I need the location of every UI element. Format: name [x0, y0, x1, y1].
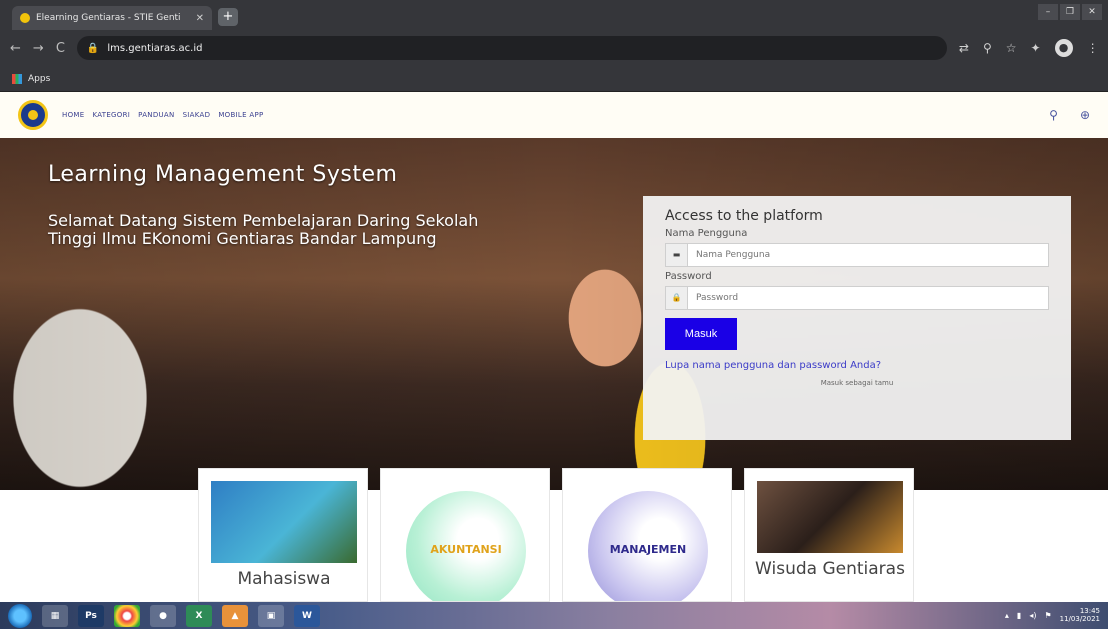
- site-menu: HOME KATEGORI PANDUAN SIAKAD MOBILE APP: [62, 111, 264, 119]
- bookmarks-bar: Apps: [0, 66, 1108, 92]
- profile-icon[interactable]: ●: [1054, 39, 1073, 57]
- photoshop-icon[interactable]: Ps: [78, 604, 104, 627]
- card-circle: AKUNTANSI: [406, 491, 526, 601]
- translate-icon[interactable]: ⇄: [959, 41, 969, 55]
- password-input[interactable]: [688, 287, 1048, 309]
- window-controls: – ❐ ✕: [1038, 4, 1102, 20]
- browser-tab[interactable]: Elearning Gentiaras - STIE Genti ✕: [12, 6, 212, 30]
- url-text: lms.gentiaras.ac.id: [107, 42, 203, 54]
- clock[interactable]: 13:45 11/03/2021: [1059, 607, 1100, 623]
- minimize-icon[interactable]: –: [1038, 4, 1058, 20]
- forgot-password-link[interactable]: Lupa nama pengguna dan password Anda?: [665, 360, 1049, 371]
- network-icon[interactable]: ▮: [1017, 611, 1021, 620]
- maximize-icon[interactable]: ❐: [1060, 4, 1080, 20]
- tab-title: Elearning Gentiaras - STIE Genti: [36, 13, 181, 23]
- site-header: HOME KATEGORI PANDUAN SIAKAD MOBILE APP …: [0, 92, 1108, 138]
- os-taskbar: ▦ Ps ● X ▲ ▣ W ▴ ▮ ◂) ⚑ 13:45 11/03/2021: [0, 602, 1108, 629]
- username-field-wrap: ▬: [665, 243, 1049, 267]
- system-tray: ▴ ▮ ◂) ⚑ 13:45 11/03/2021: [1005, 607, 1100, 623]
- login-heading: Access to the platform: [665, 208, 823, 224]
- card-circle-label: MANAJEMEN: [609, 543, 687, 556]
- favicon-icon: [20, 13, 30, 23]
- excel-icon[interactable]: X: [186, 604, 212, 627]
- user-card-icon: ▬: [666, 244, 688, 266]
- toolbar-icons: ⇄ ⚲ ☆ ✦ ● ⋮: [959, 39, 1099, 57]
- browser-toolbar: ← → C 🔒 lms.gentiaras.ac.id ⇄ ⚲ ☆ ✦ ● ⋮: [0, 30, 1108, 66]
- menu-item-siakad[interactable]: SIAKAD: [183, 111, 211, 119]
- language-icon[interactable]: ⊕: [1080, 108, 1090, 122]
- chrome-icon[interactable]: [114, 604, 140, 627]
- card-image: [757, 481, 903, 553]
- feature-cards: Mahasiswa AKUNTANSI MANAJEMEN Wisuda Gen…: [198, 468, 914, 602]
- clock-date: 11/03/2021: [1059, 614, 1100, 623]
- star-icon[interactable]: ☆: [1006, 41, 1017, 55]
- new-tab-button[interactable]: +: [218, 8, 238, 26]
- search-icon[interactable]: ⚲: [1049, 108, 1058, 122]
- app-icon[interactable]: ●: [150, 604, 176, 627]
- hero-title: Learning Management System: [48, 162, 398, 187]
- password-field-wrap: 🔒: [665, 286, 1049, 310]
- screen: Elearning Gentiaras - STIE Genti ✕ + – ❐…: [0, 0, 1108, 629]
- menu-item-panduan[interactable]: PANDUAN: [138, 111, 174, 119]
- card-manajemen[interactable]: MANAJEMEN: [562, 468, 732, 602]
- login-button[interactable]: Masuk: [665, 318, 737, 350]
- start-button[interactable]: [8, 603, 32, 628]
- site-header-icons: ⚲ ⊕: [1049, 108, 1090, 122]
- apps-bookmark[interactable]: Apps: [28, 74, 50, 84]
- password-label: Password: [665, 271, 712, 282]
- forward-icon[interactable]: →: [33, 41, 44, 56]
- word-icon[interactable]: W: [294, 604, 320, 627]
- card-akuntansi[interactable]: AKUNTANSI: [380, 468, 550, 602]
- flag-icon[interactable]: ⚑: [1044, 611, 1051, 620]
- file-explorer-icon[interactable]: ▦: [42, 604, 68, 627]
- card-circle: MANAJEMEN: [588, 491, 708, 601]
- card-mahasiswa[interactable]: Mahasiswa: [198, 468, 368, 602]
- apps-icon[interactable]: [12, 73, 22, 84]
- hero-banner: Learning Management System Selamat Datan…: [0, 138, 1108, 490]
- card-circle-label: AKUNTANSI: [430, 543, 502, 556]
- volume-icon[interactable]: ◂): [1029, 611, 1036, 620]
- lock-icon: 🔒: [666, 287, 688, 309]
- browser-titlebar: Elearning Gentiaras - STIE Genti ✕ + – ❐…: [0, 0, 1108, 30]
- web-page: HOME KATEGORI PANDUAN SIAKAD MOBILE APP …: [0, 92, 1108, 602]
- guest-login-link[interactable]: Masuk sebagai tamu: [665, 379, 1049, 387]
- close-tab-icon[interactable]: ✕: [196, 13, 204, 24]
- close-window-icon[interactable]: ✕: [1082, 4, 1102, 20]
- menu-item-mobile-app[interactable]: MOBILE APP: [218, 111, 263, 119]
- lock-icon: 🔒: [86, 42, 100, 54]
- tray-arrow-icon[interactable]: ▴: [1005, 611, 1009, 620]
- menu-icon[interactable]: ⋮: [1087, 41, 1099, 55]
- app-icon[interactable]: ▲: [222, 604, 248, 627]
- reload-icon[interactable]: C: [56, 41, 65, 56]
- app-icon[interactable]: ▣: [258, 604, 284, 627]
- site-logo[interactable]: [18, 100, 48, 130]
- username-label: Nama Pengguna: [665, 228, 748, 239]
- card-image: [211, 481, 357, 563]
- zoom-icon[interactable]: ⚲: [983, 41, 992, 55]
- back-icon[interactable]: ←: [10, 41, 21, 56]
- hero-subtitle: Selamat Datang Sistem Pembelajaran Darin…: [48, 211, 479, 249]
- menu-item-home[interactable]: HOME: [62, 111, 84, 119]
- card-title: Wisuda Gentiaras: [755, 559, 905, 579]
- card-wisuda[interactable]: Wisuda Gentiaras: [744, 468, 914, 602]
- extension-icon[interactable]: ✦: [1031, 41, 1041, 55]
- address-bar[interactable]: 🔒 lms.gentiaras.ac.id: [76, 36, 947, 60]
- username-input[interactable]: [688, 244, 1048, 266]
- card-title: Mahasiswa: [237, 569, 331, 589]
- menu-item-kategori[interactable]: KATEGORI: [92, 111, 130, 119]
- login-panel: Access to the platform Nama Pengguna ▬ P…: [643, 196, 1071, 440]
